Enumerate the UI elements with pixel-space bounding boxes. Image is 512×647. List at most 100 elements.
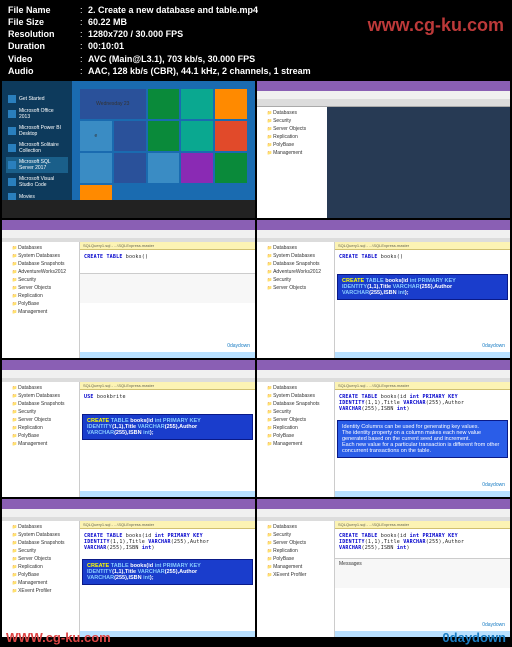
tile-skype[interactable] [215,153,247,183]
tree-node[interactable]: Databases [259,244,332,252]
tree-node[interactable]: Databases [4,384,77,392]
editor-tab[interactable]: SQLQuery1.sql - ...\SQLExpress.master [335,521,510,529]
object-explorer[interactable]: Databases System Databases Database Snap… [257,242,335,358]
menubar[interactable] [2,230,255,238]
tree-node[interactable]: Replication [4,563,77,571]
tile-mail[interactable] [215,89,247,119]
tree-node[interactable]: PolyBase [4,300,77,308]
tree-node[interactable]: System Databases [4,392,77,400]
editor-tab[interactable]: SQLQuery1.sql - ...\SQLExpress.master [335,382,510,390]
menubar[interactable] [257,370,510,378]
tree-node[interactable]: System Databases [259,392,332,400]
tree-node[interactable]: PolyBase [4,432,77,440]
start-list-item[interactable]: Get Started [6,93,68,105]
editor-tab[interactable]: SQLQuery1.sql - ...\SQLExpress.master [80,521,255,529]
ssms-menubar[interactable] [257,91,510,99]
tree-node[interactable]: Database Snapshots [4,539,77,547]
sql-editor[interactable]: CREATE TABLE books(id int PRIMARY KEY ID… [335,529,510,555]
messages-tab[interactable]: Messages [335,559,510,569]
object-explorer[interactable]: Databases Security Server Objects Replic… [257,107,327,219]
tree-node[interactable]: Replication [4,424,77,432]
tile-money[interactable] [148,121,180,151]
tree-node[interactable]: Security [4,547,77,555]
menubar[interactable] [2,509,255,517]
tree-node[interactable]: Security [4,408,77,416]
start-list-item[interactable]: Microsoft Power BI Desktop [6,123,68,139]
tree-node[interactable]: Replication [4,292,77,300]
start-list-item[interactable]: Microsoft Solitaire Collection [6,140,68,156]
tile-photos[interactable] [114,121,146,151]
tree-node[interactable]: System Databases [4,252,77,260]
menubar[interactable] [257,230,510,238]
tree-node[interactable]: Server Objects [259,284,332,292]
tree-node[interactable]: PolyBase [4,571,77,579]
tree-node[interactable]: Server Objects [4,416,77,424]
tree-node[interactable]: Replication [259,547,332,555]
tree-node[interactable]: Security [259,117,325,125]
tile-calendar[interactable]: Wednesday 23 [80,89,146,119]
tree-node[interactable]: Database Snapshots [259,400,332,408]
tree-node[interactable]: XEvent Profiler [4,587,77,595]
tree-node[interactable]: Management [4,579,77,587]
tree-node[interactable]: Server Objects [259,125,325,133]
start-list-item[interactable]: Microsoft Office 2013 [6,106,68,122]
object-explorer[interactable]: Databases System Databases Database Snap… [2,521,80,637]
sql-editor[interactable]: CREATE TABLE books() [335,250,510,270]
tile-store[interactable] [80,153,112,183]
object-explorer[interactable]: Databases Security Server Objects Replic… [257,521,335,637]
tree-node[interactable]: Security [259,276,332,284]
tree-node[interactable]: Server Objects [259,416,332,424]
tree-node[interactable]: Security [259,531,332,539]
tree-node[interactable]: Databases [4,244,77,252]
editor-tab[interactable]: SQLQuery1.sql - ...\SQLExpress.master [80,242,255,250]
sql-editor[interactable]: CREATE TABLE books() [80,250,255,270]
tree-node[interactable]: Management [4,440,77,448]
start-list-item[interactable]: Microsoft SQL Server 2017 [6,157,68,173]
sql-editor[interactable]: CREATE TABLE books(id int PRIMARY KEY ID… [80,529,255,555]
tree-node[interactable]: Databases [259,384,332,392]
tile-groove[interactable] [181,89,213,119]
tree-node[interactable]: Management [259,149,325,157]
tile-onenote[interactable] [181,153,213,183]
tree-node[interactable]: Replication [259,133,325,141]
tree-node[interactable]: Management [259,440,332,448]
sql-editor[interactable]: USE bookbrite [80,390,255,410]
editor-tab[interactable]: SQLQuery1.sql - ...\SQLExpress.master [80,382,255,390]
tree-node[interactable]: System Databases [259,252,332,260]
tree-node[interactable]: PolyBase [259,141,325,149]
tree-node[interactable]: Databases [4,523,77,531]
tree-node[interactable]: Replication [259,424,332,432]
tree-node[interactable]: Server Objects [4,284,77,292]
start-list-item[interactable]: Microsoft Visual Studio Code [6,174,68,190]
menubar[interactable] [257,509,510,517]
object-explorer[interactable]: Databases System Databases Database Snap… [257,382,335,498]
tree-node[interactable]: Management [4,308,77,316]
object-explorer[interactable]: Databases System Databases Database Snap… [2,382,80,498]
tree-node[interactable]: Database Snapshots [4,400,77,408]
tree-node[interactable]: XEvent Profiler [259,571,332,579]
tree-node[interactable]: Security [4,276,77,284]
ssms-toolbar[interactable] [257,99,510,107]
tile-edge[interactable]: e [80,121,112,151]
tree-node[interactable]: Database Snapshots [4,260,77,268]
tree-node[interactable]: AdventureWorks2012 [4,268,77,276]
tree-node[interactable]: Security [259,408,332,416]
tree-node[interactable]: System Databases [4,531,77,539]
tree-node[interactable]: PolyBase [259,432,332,440]
tree-node[interactable]: AdventureWorks2012 [259,268,332,276]
tile-disney[interactable] [148,153,180,183]
tree-node[interactable]: Databases [259,109,325,117]
tile-xbox[interactable] [148,89,180,119]
tile-weather[interactable] [181,121,213,151]
tree-node[interactable]: Server Objects [259,539,332,547]
tile-game[interactable] [215,121,247,151]
tree-node[interactable]: Databases [259,523,332,531]
tree-node[interactable]: PolyBase [259,555,332,563]
taskbar[interactable] [2,200,255,218]
editor-tab[interactable]: SQLQuery1.sql - ...\SQLExpress.master [335,242,510,250]
tree-node[interactable]: Database Snapshots [259,260,332,268]
sql-editor[interactable]: CREATE TABLE books(id int PRIMARY KEY ID… [335,390,510,416]
tree-node[interactable]: Server Objects [4,555,77,563]
tree-node[interactable]: Management [259,563,332,571]
object-explorer[interactable]: Databases System Databases Database Snap… [2,242,80,358]
